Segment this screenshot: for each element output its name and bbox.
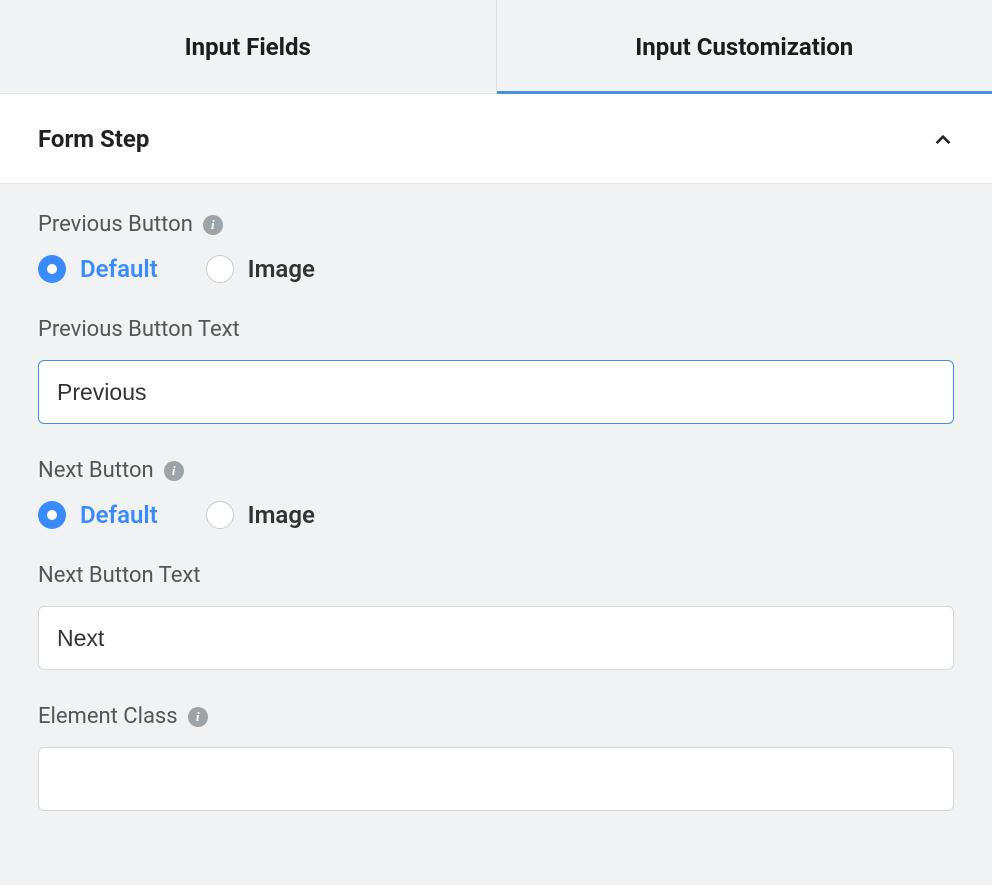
radio-indicator <box>38 501 66 529</box>
section-header-form-step[interactable]: Form Step <box>0 94 992 184</box>
radio-label: Image <box>248 255 315 283</box>
radio-label: Default <box>80 255 158 283</box>
tab-input-fields[interactable]: Input Fields <box>0 0 496 93</box>
radio-next-default[interactable]: Default <box>38 501 158 529</box>
radio-label: Default <box>80 501 158 529</box>
tabs-container: Input Fields Input Customization <box>0 0 992 94</box>
tab-label: Input Customization <box>635 33 853 61</box>
info-icon[interactable]: i <box>188 707 208 727</box>
input-element-class[interactable] <box>38 747 954 811</box>
tab-input-customization[interactable]: Input Customization <box>496 0 992 93</box>
radio-indicator <box>206 501 234 529</box>
label-previous-button-text: Previous Button Text <box>38 317 954 342</box>
label-text: Next Button Text <box>38 563 201 588</box>
label-previous-button: Previous Button i <box>38 212 954 237</box>
input-previous-button-text[interactable] <box>38 360 954 424</box>
label-text: Previous Button <box>38 212 193 237</box>
radio-label: Image <box>248 501 315 529</box>
radio-next-image[interactable]: Image <box>206 501 315 529</box>
radio-previous-default[interactable]: Default <box>38 255 158 283</box>
info-icon[interactable]: i <box>203 215 223 235</box>
info-icon[interactable]: i <box>164 461 184 481</box>
radio-group-previous-button: Default Image <box>38 255 954 283</box>
label-text: Previous Button Text <box>38 317 240 342</box>
panel-form-step: Previous Button i Default Image Previous… <box>0 184 992 885</box>
label-text: Element Class <box>38 704 178 729</box>
radio-previous-image[interactable]: Image <box>206 255 315 283</box>
chevron-up-icon <box>932 128 954 150</box>
label-element-class: Element Class i <box>38 704 954 729</box>
tab-label: Input Fields <box>185 33 311 61</box>
section-title: Form Step <box>38 125 149 153</box>
radio-group-next-button: Default Image <box>38 501 954 529</box>
input-next-button-text[interactable] <box>38 606 954 670</box>
label-next-button: Next Button i <box>38 458 954 483</box>
radio-indicator <box>206 255 234 283</box>
radio-indicator <box>38 255 66 283</box>
label-next-button-text: Next Button Text <box>38 563 954 588</box>
label-text: Next Button <box>38 458 154 483</box>
